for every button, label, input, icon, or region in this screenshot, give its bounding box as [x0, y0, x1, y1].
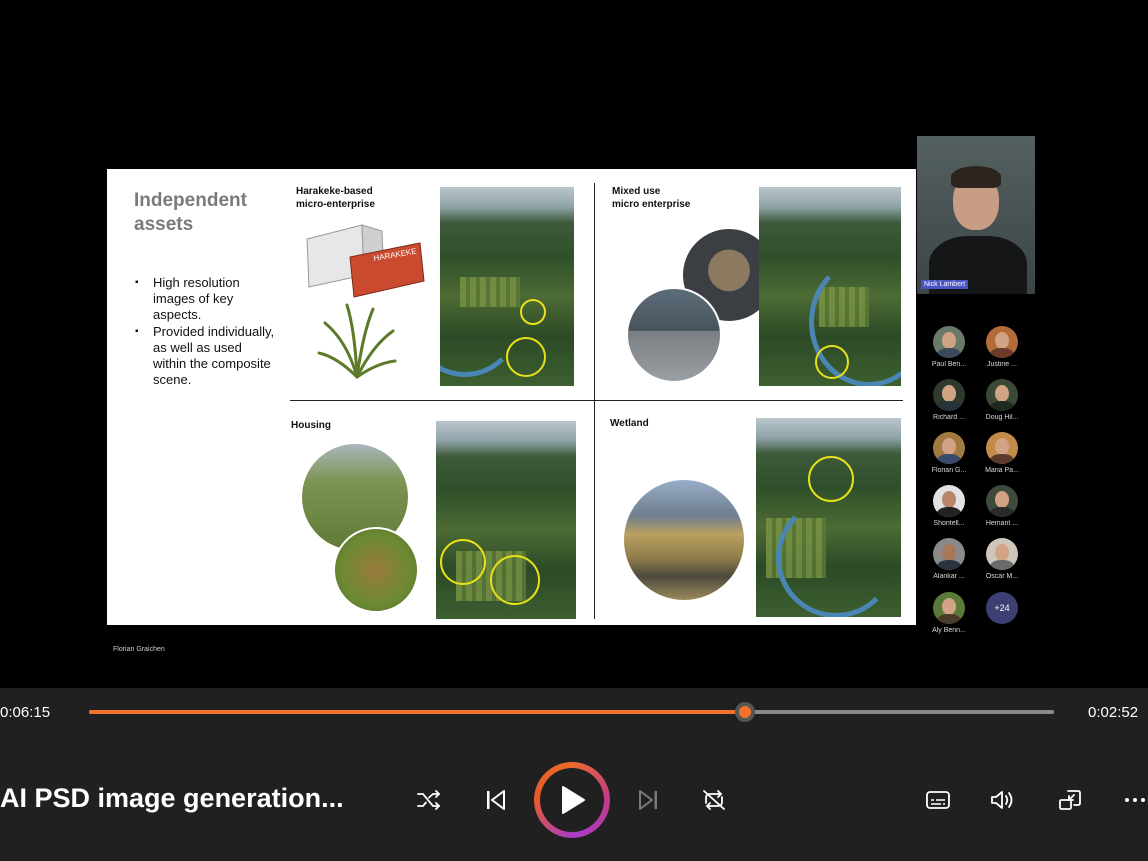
presenter-video[interactable]: Nick Lambert — [917, 136, 1035, 294]
participant-tile[interactable]: Doug Hil... — [979, 379, 1025, 421]
avatar — [986, 538, 1018, 570]
bullet-item: High resolution images of key aspects. — [135, 275, 275, 324]
avatar — [986, 379, 1018, 411]
participant-tile[interactable]: Alankar ... — [926, 538, 972, 580]
participant-tile[interactable]: Maria Pa... — [979, 432, 1025, 474]
presenter-name: Nick Lambert — [921, 280, 969, 289]
participant-name: Alankar ... — [933, 573, 965, 580]
quadrant-label-mixed-use: Mixed use micro enterprise — [612, 186, 691, 210]
media-player-bar: 0:06:15 0:02:52 AI PSD image generation.… — [0, 688, 1148, 861]
avatar — [933, 538, 965, 570]
next-icon — [639, 790, 657, 810]
shuffle-icon — [417, 790, 441, 810]
captions-button[interactable] — [923, 786, 953, 814]
more-participants-count: +24 — [986, 592, 1018, 624]
captions-icon — [926, 791, 950, 809]
remaining-time: 0:02:52 — [1088, 704, 1139, 721]
slide-bullets: High resolution images of key aspects. P… — [135, 275, 275, 388]
seek-bar-progress — [89, 710, 746, 714]
participant-tile[interactable]: Shontell... — [926, 485, 972, 527]
quadrant-label-housing: Housing — [291, 420, 331, 431]
participant-name: Justine ... — [987, 361, 1017, 368]
participant-name: Paul Ben... — [931, 361, 967, 368]
participant-tile[interactable]: Paul Ben... — [926, 326, 972, 368]
play-icon — [562, 786, 585, 814]
flax-plant-image — [317, 303, 397, 379]
avatar — [986, 326, 1018, 358]
quadrant-label-wetland: Wetland — [610, 418, 649, 429]
avatar — [986, 432, 1018, 464]
shuffle-button[interactable] — [412, 787, 446, 813]
landscape-image-4 — [756, 418, 901, 617]
container-image: HARAKEKE — [306, 224, 425, 298]
landscape-image-3 — [436, 421, 576, 619]
avatar — [986, 485, 1018, 517]
elapsed-time: 0:06:15 — [0, 704, 51, 721]
quadrant-label-harakeke: Harakeke-based micro-enterprise — [296, 186, 375, 210]
volume-icon — [991, 791, 1013, 809]
avatar — [933, 326, 965, 358]
more-options-button[interactable] — [1122, 786, 1148, 814]
wetland-image — [622, 478, 746, 602]
presentation-slide: Independent assets High resolution image… — [107, 169, 916, 625]
previous-icon — [487, 790, 505, 810]
avatar — [933, 379, 965, 411]
volume-button[interactable] — [987, 786, 1017, 814]
participant-name: Hemant ... — [985, 520, 1019, 527]
participant-tile[interactable]: Oscar M... — [979, 538, 1025, 580]
avatar — [933, 592, 965, 624]
bullet-item: Provided individually, as well as used w… — [135, 324, 275, 389]
participant-tile[interactable]: Richard ... — [926, 379, 972, 421]
participant-name: Oscar M... — [985, 573, 1019, 580]
quadrant-divider-horizontal — [290, 400, 903, 401]
quadrant-divider-vertical — [594, 183, 595, 619]
participant-name: Florian G... — [931, 467, 967, 474]
participant-name: Aly Benn... — [932, 627, 966, 634]
landscape-image-2 — [759, 187, 901, 386]
video-stage: Independent assets High resolution image… — [0, 0, 1148, 688]
slide-title: Independent assets — [134, 190, 247, 235]
next-button[interactable] — [634, 786, 664, 814]
participant-name: Doug Hil... — [985, 414, 1019, 421]
speaker-caption: Florian Graichen — [113, 646, 165, 653]
more-icon — [1125, 798, 1145, 802]
participant-tile[interactable]: Aly Benn... — [926, 592, 972, 634]
mini-player-button[interactable] — [1055, 786, 1085, 814]
participant-name: Richard ... — [933, 414, 965, 421]
repeat-button[interactable] — [698, 786, 730, 814]
participant-name: Maria Pa... — [985, 467, 1019, 474]
participant-name: Shontell... — [933, 520, 965, 527]
more-participants-button[interactable]: +24 — [979, 592, 1025, 624]
avatar — [933, 485, 965, 517]
seek-bar-thumb[interactable] — [735, 702, 756, 722]
media-title: AI PSD image generation... — [0, 783, 344, 813]
participant-tile[interactable]: Hemant ... — [979, 485, 1025, 527]
seek-bar[interactable] — [89, 702, 1054, 722]
previous-button[interactable] — [480, 786, 510, 814]
participant-tile[interactable]: Florian G... — [926, 432, 972, 474]
landscape-image-1 — [440, 187, 574, 386]
workshop-exterior-image — [626, 287, 722, 383]
children-playing-image — [333, 527, 419, 613]
avatar — [933, 432, 965, 464]
mini-player-icon — [1059, 790, 1081, 810]
repeat-off-icon — [703, 790, 725, 810]
play-button[interactable] — [534, 762, 610, 838]
participant-tile[interactable]: Justine ... — [979, 326, 1025, 368]
